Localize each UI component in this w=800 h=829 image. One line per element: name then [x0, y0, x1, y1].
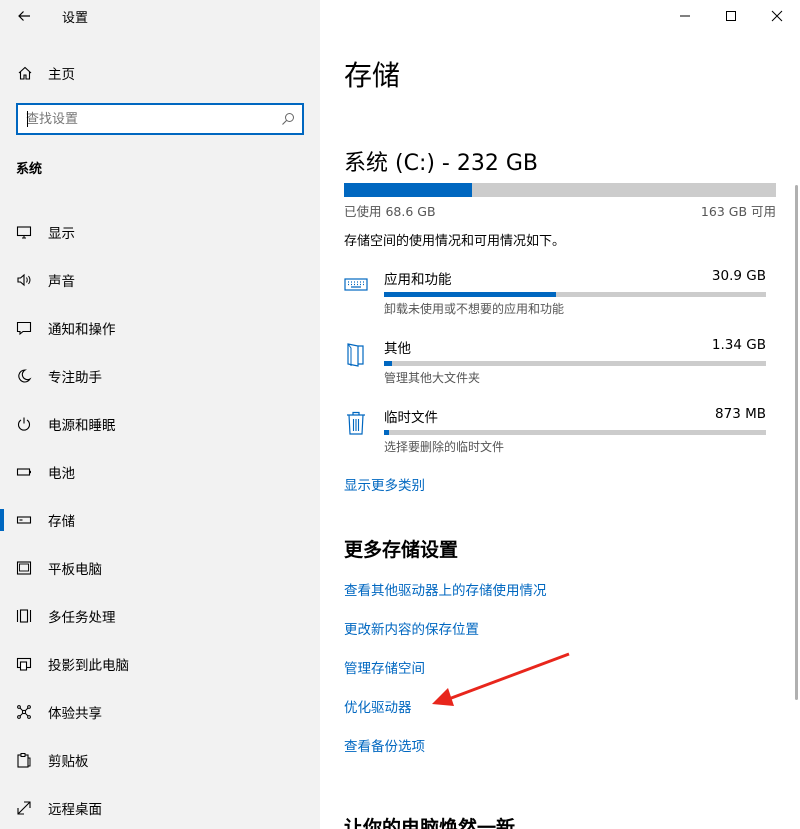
category-usage-fill [384, 292, 556, 297]
drive-usage-bar [344, 183, 776, 197]
sidebar-item-label: 体验共享 [48, 706, 102, 722]
category-usage-fill [384, 361, 392, 366]
sidebar-item-notifications[interactable]: 通知和操作 [0, 304, 320, 352]
sidebar-item-power[interactable]: 电源和睡眠 [0, 400, 320, 448]
clipboard-icon [0, 752, 48, 768]
sidebar-item-label: 存储 [48, 514, 75, 530]
sidebar-item-remote-desktop[interactable]: 远程桌面 [0, 784, 320, 829]
multitask-icon [0, 608, 48, 624]
drive-usage-fill [344, 183, 472, 197]
project-icon [0, 656, 48, 672]
sidebar-nav: 显示 声音 通知和操作 专注助手 电源和睡眠 电池 存储 平板电脑 多任务处理 … [0, 208, 320, 829]
sidebar-item-label: 显示 [48, 226, 75, 242]
storage-icon [0, 512, 48, 528]
more-storage-settings-title: 更多存储设置 [344, 539, 459, 561]
link-backup-options[interactable]: 查看备份选项 [344, 735, 425, 755]
sidebar: 设置 主页 系统 显示 声音 通知和操作 专注助手 [0, 0, 320, 829]
titlebar: 设置 [0, 0, 320, 32]
sidebar-item-label: 远程桌面 [48, 802, 102, 818]
sidebar-item-label: 通知和操作 [48, 322, 116, 338]
drive-used-label: 已使用 68.6 GB [344, 204, 436, 219]
link-optimize-drives[interactable]: 优化驱动器 [344, 696, 412, 716]
keyboard-icon [344, 272, 368, 296]
category-usage-fill [384, 430, 389, 435]
sidebar-item-label: 声音 [48, 274, 75, 290]
category-name: 其他 [384, 341, 411, 357]
section-label: 系统 [16, 162, 43, 177]
show-more-categories-link[interactable]: 显示更多类别 [344, 474, 425, 494]
sidebar-item-battery[interactable]: 电池 [0, 448, 320, 496]
sidebar-home[interactable]: 主页 [0, 58, 320, 88]
app-title: 设置 [62, 11, 89, 26]
sidebar-home-label: 主页 [48, 67, 75, 83]
sidebar-item-storage[interactable]: 存储 [0, 496, 320, 544]
back-arrow-icon [18, 11, 30, 21]
category-size: 873 MB [715, 406, 766, 422]
sidebar-item-clipboard[interactable]: 剪贴板 [0, 736, 320, 784]
category-usage-bar [384, 292, 766, 297]
moon-icon [0, 368, 48, 384]
red-arrow-annotation [432, 652, 570, 706]
category-subtitle: 管理其他大文件夹 [384, 371, 481, 385]
category-size: 30.9 GB [711, 268, 766, 284]
speaker-icon [0, 272, 48, 288]
link-manage-storage-spaces[interactable]: 管理存储空间 [344, 657, 425, 677]
refresh-pc-title: 让你的电脑焕然一新 [344, 817, 516, 829]
drive-title: 系统 (C:) - 232 GB [344, 151, 538, 176]
search-input[interactable] [18, 105, 274, 133]
sidebar-item-focus-assist[interactable]: 专注助手 [0, 352, 320, 400]
category-usage-bar [384, 430, 766, 435]
battery-icon [0, 464, 48, 480]
sidebar-item-sound[interactable]: 声音 [0, 256, 320, 304]
sidebar-item-label: 剪贴板 [48, 754, 89, 770]
monitor-icon [0, 224, 48, 240]
scrollbar[interactable] [795, 185, 798, 700]
remote-icon [0, 800, 48, 816]
category-temp-files[interactable]: 临时文件 873 MB 选择要删除的临时文件 [344, 406, 776, 466]
sidebar-item-label: 多任务处理 [48, 610, 116, 626]
notification-icon [0, 320, 48, 336]
trash-icon [344, 410, 368, 435]
search-icon[interactable] [274, 112, 302, 126]
sidebar-item-label: 专注助手 [48, 370, 102, 386]
back-button[interactable] [8, 4, 40, 28]
home-icon [0, 65, 48, 81]
link-change-save-location[interactable]: 更改新内容的保存位置 [344, 618, 479, 638]
page-title: 存储 [344, 59, 401, 92]
category-other[interactable]: 其他 1.34 GB 管理其他大文件夹 [344, 337, 776, 397]
drive-free-label: 163 GB 可用 [700, 204, 776, 219]
category-usage-bar [384, 361, 766, 366]
sidebar-item-label: 电池 [48, 466, 75, 482]
storage-description: 存储空间的使用情况和可用情况如下。 [344, 234, 566, 249]
sidebar-item-label: 投影到此电脑 [48, 658, 129, 674]
folder-icon [344, 341, 368, 367]
category-subtitle: 卸载未使用或不想要的应用和功能 [384, 302, 565, 316]
sidebar-item-tablet[interactable]: 平板电脑 [0, 544, 320, 592]
power-icon [0, 416, 48, 432]
sidebar-item-display[interactable]: 显示 [0, 208, 320, 256]
share-icon [0, 704, 48, 720]
sidebar-item-multitasking[interactable]: 多任务处理 [0, 592, 320, 640]
category-apps[interactable]: 应用和功能 30.9 GB 卸载未使用或不想要的应用和功能 [344, 268, 776, 328]
category-subtitle: 选择要删除的临时文件 [384, 440, 505, 454]
link-other-drives-usage[interactable]: 查看其他驱动器上的存储使用情况 [344, 579, 547, 599]
sidebar-item-label: 电源和睡眠 [48, 418, 116, 434]
sidebar-item-shared-experiences[interactable]: 体验共享 [0, 688, 320, 736]
sidebar-item-project[interactable]: 投影到此电脑 [0, 640, 320, 688]
category-name: 应用和功能 [384, 272, 452, 288]
sidebar-item-label: 平板电脑 [48, 562, 102, 578]
search-box[interactable] [16, 103, 304, 135]
category-name: 临时文件 [384, 410, 438, 426]
category-size: 1.34 GB [711, 337, 766, 353]
text-caret [27, 111, 28, 127]
tablet-icon [0, 560, 48, 576]
